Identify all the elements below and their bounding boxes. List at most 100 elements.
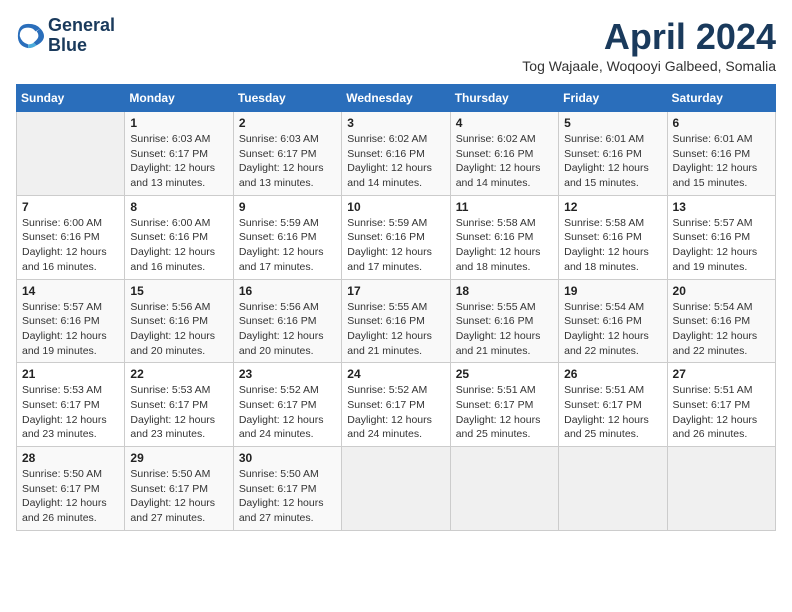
day-number: 5 (564, 116, 661, 130)
header-day: Tuesday (233, 85, 341, 112)
calendar-cell: 29 Sunrise: 5:50 AM Sunset: 6:17 PM Dayli… (125, 447, 233, 531)
calendar-cell: 16 Sunrise: 5:56 AM Sunset: 6:16 PM Dayli… (233, 279, 341, 363)
calendar-cell: 4Sunrise: 6:02 AM Sunset: 6:16 PM Daylig… (450, 112, 558, 196)
calendar-cell (17, 112, 125, 196)
day-number: 28 (22, 451, 119, 465)
header-day: Thursday (450, 85, 558, 112)
day-info: Sunrise: 6:02 AM Sunset: 6:16 PM Dayligh… (347, 132, 444, 191)
logo-icon (16, 22, 44, 50)
day-number: 13 (673, 200, 770, 214)
day-number: 15 (130, 284, 227, 298)
day-number: 2 (239, 116, 336, 130)
day-info: Sunrise: 5:58 AM Sunset: 6:16 PM Dayligh… (564, 216, 661, 275)
logo: General Blue (16, 16, 115, 56)
day-number: 11 (456, 200, 553, 214)
day-number: 16 (239, 284, 336, 298)
day-number: 8 (130, 200, 227, 214)
calendar-cell: 26 Sunrise: 5:51 AM Sunset: 6:17 PM Dayli… (559, 363, 667, 447)
calendar-cell (667, 447, 775, 531)
page-header: General Blue April 2024 Tog Wajaale, Woq… (16, 16, 776, 74)
day-number: 10 (347, 200, 444, 214)
calendar-cell: 21 Sunrise: 5:53 AM Sunset: 6:17 PM Dayli… (17, 363, 125, 447)
day-info: Sunrise: 5:55 AM Sunset: 6:16 PM Dayligh… (456, 300, 553, 359)
calendar-cell (450, 447, 558, 531)
day-info: Sunrise: 5:52 AM Sunset: 6:17 PM Dayligh… (347, 383, 444, 442)
calendar-cell: 6Sunrise: 6:01 AM Sunset: 6:16 PM Daylig… (667, 112, 775, 196)
calendar-cell: 12 Sunrise: 5:58 AM Sunset: 6:16 PM Dayli… (559, 195, 667, 279)
calendar-week-row: 1Sunrise: 6:03 AM Sunset: 6:17 PM Daylig… (17, 112, 776, 196)
calendar-cell: 9Sunrise: 5:59 AM Sunset: 6:16 PM Daylig… (233, 195, 341, 279)
day-number: 6 (673, 116, 770, 130)
day-number: 12 (564, 200, 661, 214)
title-block: April 2024 Tog Wajaale, Woqooyi Galbeed,… (522, 16, 776, 74)
calendar-cell: 24Sunrise: 5:52 AM Sunset: 6:17 PM Dayli… (342, 363, 450, 447)
calendar-cell: 30Sunrise: 5:50 AM Sunset: 6:17 PM Dayli… (233, 447, 341, 531)
calendar-table: SundayMondayTuesdayWednesdayThursdayFrid… (16, 84, 776, 531)
calendar-cell: 10 Sunrise: 5:59 AM Sunset: 6:16 PM Dayli… (342, 195, 450, 279)
calendar-cell: 11 Sunrise: 5:58 AM Sunset: 6:16 PM Dayli… (450, 195, 558, 279)
calendar-cell: 20 Sunrise: 5:54 AM Sunset: 6:16 PM Dayli… (667, 279, 775, 363)
calendar-cell: 23 Sunrise: 5:52 AM Sunset: 6:17 PM Dayli… (233, 363, 341, 447)
day-info: Sunrise: 5:50 AM Sunset: 6:17 PM Dayligh… (239, 467, 336, 526)
calendar-cell: 14 Sunrise: 5:57 AM Sunset: 6:16 PM Dayli… (17, 279, 125, 363)
day-number: 17 (347, 284, 444, 298)
day-info: Sunrise: 5:56 AM Sunset: 6:16 PM Dayligh… (130, 300, 227, 359)
day-info: Sunrise: 6:00 AM Sunset: 6:16 PM Dayligh… (22, 216, 119, 275)
day-info: Sunrise: 5:59 AM Sunset: 6:16 PM Dayligh… (347, 216, 444, 275)
calendar-cell: 5 Sunrise: 6:01 AM Sunset: 6:16 PM Daylig… (559, 112, 667, 196)
day-info: Sunrise: 5:55 AM Sunset: 6:16 PM Dayligh… (347, 300, 444, 359)
day-info: Sunrise: 5:50 AM Sunset: 6:17 PM Dayligh… (130, 467, 227, 526)
day-info: Sunrise: 5:53 AM Sunset: 6:17 PM Dayligh… (22, 383, 119, 442)
calendar-week-row: 28 Sunrise: 5:50 AM Sunset: 6:17 PM Dayli… (17, 447, 776, 531)
day-number: 14 (22, 284, 119, 298)
calendar-cell: 15 Sunrise: 5:56 AM Sunset: 6:16 PM Dayli… (125, 279, 233, 363)
calendar-cell: 1Sunrise: 6:03 AM Sunset: 6:17 PM Daylig… (125, 112, 233, 196)
day-info: Sunrise: 5:53 AM Sunset: 6:17 PM Dayligh… (130, 383, 227, 442)
calendar-cell: 22 Sunrise: 5:53 AM Sunset: 6:17 PM Dayli… (125, 363, 233, 447)
calendar-cell: 17 Sunrise: 5:55 AM Sunset: 6:16 PM Dayli… (342, 279, 450, 363)
day-number: 23 (239, 367, 336, 381)
day-number: 7 (22, 200, 119, 214)
day-number: 20 (673, 284, 770, 298)
day-number: 4 (456, 116, 553, 130)
header-day: Sunday (17, 85, 125, 112)
calendar-week-row: 21 Sunrise: 5:53 AM Sunset: 6:17 PM Dayli… (17, 363, 776, 447)
day-number: 9 (239, 200, 336, 214)
header-day: Wednesday (342, 85, 450, 112)
day-info: Sunrise: 5:57 AM Sunset: 6:16 PM Dayligh… (22, 300, 119, 359)
header-day: Monday (125, 85, 233, 112)
header-day: Saturday (667, 85, 775, 112)
day-number: 27 (673, 367, 770, 381)
day-info: Sunrise: 5:51 AM Sunset: 6:17 PM Dayligh… (456, 383, 553, 442)
calendar-cell: 7 Sunrise: 6:00 AM Sunset: 6:16 PM Daylig… (17, 195, 125, 279)
day-number: 25 (456, 367, 553, 381)
day-info: Sunrise: 5:54 AM Sunset: 6:16 PM Dayligh… (673, 300, 770, 359)
calendar-cell: 19 Sunrise: 5:54 AM Sunset: 6:16 PM Dayli… (559, 279, 667, 363)
day-info: Sunrise: 5:52 AM Sunset: 6:17 PM Dayligh… (239, 383, 336, 442)
calendar-cell (559, 447, 667, 531)
calendar-week-row: 14 Sunrise: 5:57 AM Sunset: 6:16 PM Dayli… (17, 279, 776, 363)
day-info: Sunrise: 5:57 AM Sunset: 6:16 PM Dayligh… (673, 216, 770, 275)
day-info: Sunrise: 5:50 AM Sunset: 6:17 PM Dayligh… (22, 467, 119, 526)
day-number: 19 (564, 284, 661, 298)
day-info: Sunrise: 6:03 AM Sunset: 6:17 PM Dayligh… (239, 132, 336, 191)
day-info: Sunrise: 6:00 AM Sunset: 6:16 PM Dayligh… (130, 216, 227, 275)
day-info: Sunrise: 5:56 AM Sunset: 6:16 PM Dayligh… (239, 300, 336, 359)
day-info: Sunrise: 6:01 AM Sunset: 6:16 PM Dayligh… (564, 132, 661, 191)
day-number: 21 (22, 367, 119, 381)
day-number: 26 (564, 367, 661, 381)
day-info: Sunrise: 5:51 AM Sunset: 6:17 PM Dayligh… (564, 383, 661, 442)
day-number: 29 (130, 451, 227, 465)
calendar-cell: 13 Sunrise: 5:57 AM Sunset: 6:16 PM Dayli… (667, 195, 775, 279)
calendar-cell (342, 447, 450, 531)
location-subtitle: Tog Wajaale, Woqooyi Galbeed, Somalia (522, 58, 776, 74)
calendar-cell: 27Sunrise: 5:51 AM Sunset: 6:17 PM Dayli… (667, 363, 775, 447)
calendar-cell: 25 Sunrise: 5:51 AM Sunset: 6:17 PM Dayli… (450, 363, 558, 447)
logo-text: General Blue (48, 16, 115, 56)
day-number: 22 (130, 367, 227, 381)
calendar-cell: 18Sunrise: 5:55 AM Sunset: 6:16 PM Dayli… (450, 279, 558, 363)
calendar-week-row: 7 Sunrise: 6:00 AM Sunset: 6:16 PM Daylig… (17, 195, 776, 279)
day-info: Sunrise: 5:54 AM Sunset: 6:16 PM Dayligh… (564, 300, 661, 359)
day-number: 3 (347, 116, 444, 130)
day-info: Sunrise: 5:58 AM Sunset: 6:16 PM Dayligh… (456, 216, 553, 275)
